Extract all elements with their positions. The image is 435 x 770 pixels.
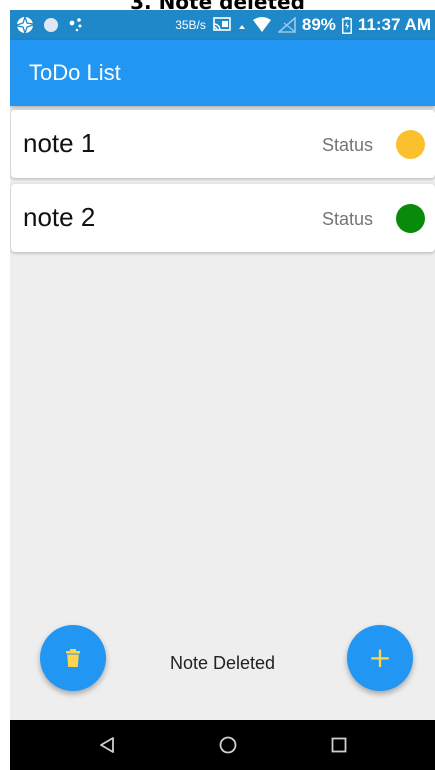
screen: 3. Note deleted 35B/s 89% 11:37 AM ToDo … bbox=[0, 0, 435, 770]
app-title: ToDo List bbox=[29, 60, 121, 85]
battery-percent: 89% bbox=[301, 15, 336, 34]
network-speed: 35B/s bbox=[175, 18, 206, 32]
status-bar: 35B/s 89% 11:37 AM bbox=[10, 10, 435, 40]
add-note-button[interactable]: + bbox=[347, 625, 413, 691]
snackbar-message: Note Deleted bbox=[170, 653, 276, 673]
back-icon[interactable] bbox=[95, 733, 119, 757]
plus-icon: + bbox=[368, 641, 392, 674]
data-arrows-icon bbox=[238, 18, 246, 32]
note-card[interactable]: note 2 Status bbox=[11, 184, 435, 252]
cast-icon bbox=[212, 17, 232, 33]
aperture-icon bbox=[16, 16, 34, 34]
note-card[interactable]: note 1 Status bbox=[11, 110, 435, 178]
recents-icon[interactable] bbox=[327, 733, 351, 757]
circle-icon bbox=[43, 17, 59, 33]
no-signal-icon bbox=[277, 17, 296, 33]
phone-screen: 35B/s 89% 11:37 AM ToDo List note 1 Stat… bbox=[10, 10, 435, 770]
dots-icon bbox=[68, 17, 86, 33]
status-label: Status bbox=[321, 135, 373, 155]
note-title: note 2 bbox=[23, 202, 96, 232]
status-indicator[interactable] bbox=[396, 130, 425, 159]
screenshot-caption: 3. Note deleted bbox=[130, 0, 305, 14]
battery-icon bbox=[342, 16, 352, 34]
app-bar: ToDo List bbox=[10, 40, 435, 106]
home-icon[interactable] bbox=[216, 733, 240, 757]
status-label: Status bbox=[321, 209, 373, 229]
clock: 11:37 AM bbox=[357, 15, 431, 34]
wifi-icon bbox=[252, 17, 272, 33]
navigation-bar bbox=[10, 720, 435, 770]
bottom-area: Note Deleted + bbox=[10, 610, 435, 720]
trash-icon bbox=[66, 649, 80, 667]
delete-button[interactable] bbox=[40, 625, 106, 691]
note-title: note 1 bbox=[23, 128, 96, 158]
status-indicator[interactable] bbox=[396, 204, 425, 233]
